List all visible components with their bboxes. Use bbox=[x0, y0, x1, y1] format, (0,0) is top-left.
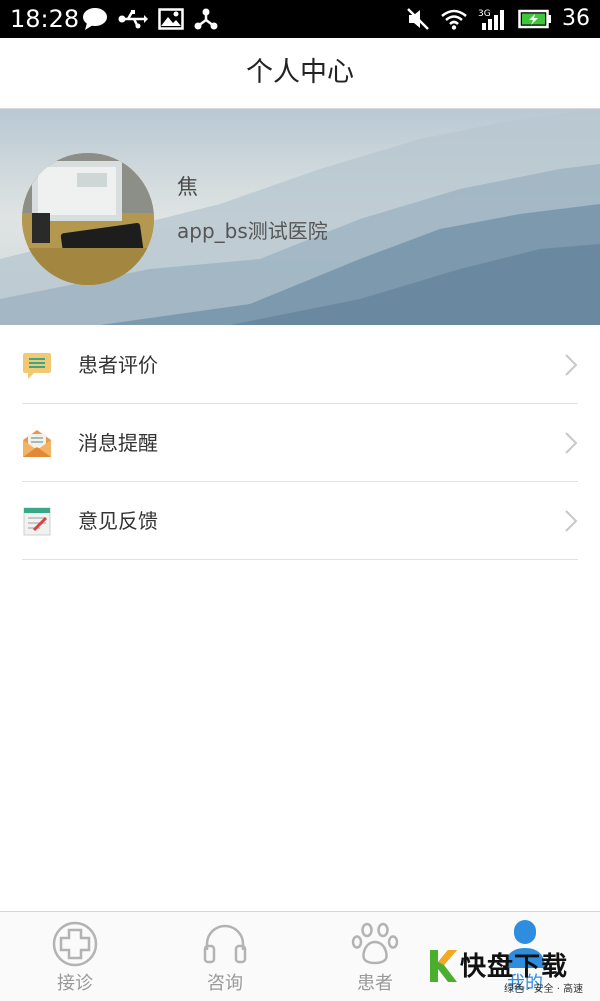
wifi-icon bbox=[441, 9, 467, 30]
page-title: 个人中心 bbox=[246, 57, 354, 88]
user-organization: app_bs测试医院 bbox=[177, 219, 328, 243]
usb-icon bbox=[118, 10, 148, 29]
avatar[interactable] bbox=[22, 153, 154, 285]
notepad-icon bbox=[23, 507, 51, 536]
tab-label: 咨询 bbox=[207, 973, 243, 994]
watermark-subtext: 绿色 · 安全 · 高速 bbox=[504, 984, 584, 995]
profile-banner: 焦 app_bs测试医院 bbox=[0, 109, 600, 325]
user-name: 焦 bbox=[177, 175, 198, 199]
divider bbox=[22, 559, 578, 560]
menu-item-feedback[interactable]: 意见反馈 bbox=[0, 482, 600, 560]
menu-list: 患者评价 消息提醒 意见反馈 bbox=[0, 326, 600, 560]
menu-item-label: 消息提醒 bbox=[78, 431, 158, 455]
tab-label: 接诊 bbox=[57, 973, 93, 994]
menu-item-label: 患者评价 bbox=[78, 353, 158, 377]
battery-charging-icon bbox=[518, 9, 551, 29]
svg-text:3G: 3G bbox=[478, 9, 491, 19]
headset-icon bbox=[203, 924, 247, 964]
watermark-logo: 快盘下载 绿色 · 安全 · 高速 bbox=[428, 946, 598, 998]
mute-icon bbox=[407, 8, 429, 30]
watermark-text: 快盘下载 bbox=[460, 952, 569, 982]
chat-icon bbox=[83, 8, 107, 30]
menu-item-label: 意见反馈 bbox=[78, 509, 158, 533]
tab-consultation[interactable]: 咨询 bbox=[150, 912, 300, 1001]
chevron-right-icon bbox=[565, 354, 578, 376]
chevron-right-icon bbox=[565, 432, 578, 454]
menu-item-message-reminders[interactable]: 消息提醒 bbox=[0, 404, 600, 482]
status-bar: 18:28 3G 36 bbox=[0, 0, 600, 38]
share-icon bbox=[194, 8, 218, 30]
chevron-right-icon bbox=[565, 510, 578, 532]
app-header: 个人中心 bbox=[0, 38, 600, 109]
tab-reception[interactable]: 接诊 bbox=[0, 912, 150, 1001]
plus-circle-icon bbox=[52, 921, 98, 967]
menu-item-patient-reviews[interactable]: 患者评价 bbox=[0, 326, 600, 404]
avatar-photo bbox=[22, 153, 154, 285]
battery-level: 36 bbox=[562, 6, 590, 31]
status-time: 18:28 bbox=[10, 5, 80, 33]
paw-icon bbox=[351, 922, 399, 965]
watermark-k-icon bbox=[430, 950, 457, 982]
envelope-icon bbox=[23, 430, 51, 457]
comment-list-icon bbox=[23, 353, 51, 379]
image-icon bbox=[158, 8, 184, 30]
signal-icon: 3G bbox=[478, 9, 504, 30]
